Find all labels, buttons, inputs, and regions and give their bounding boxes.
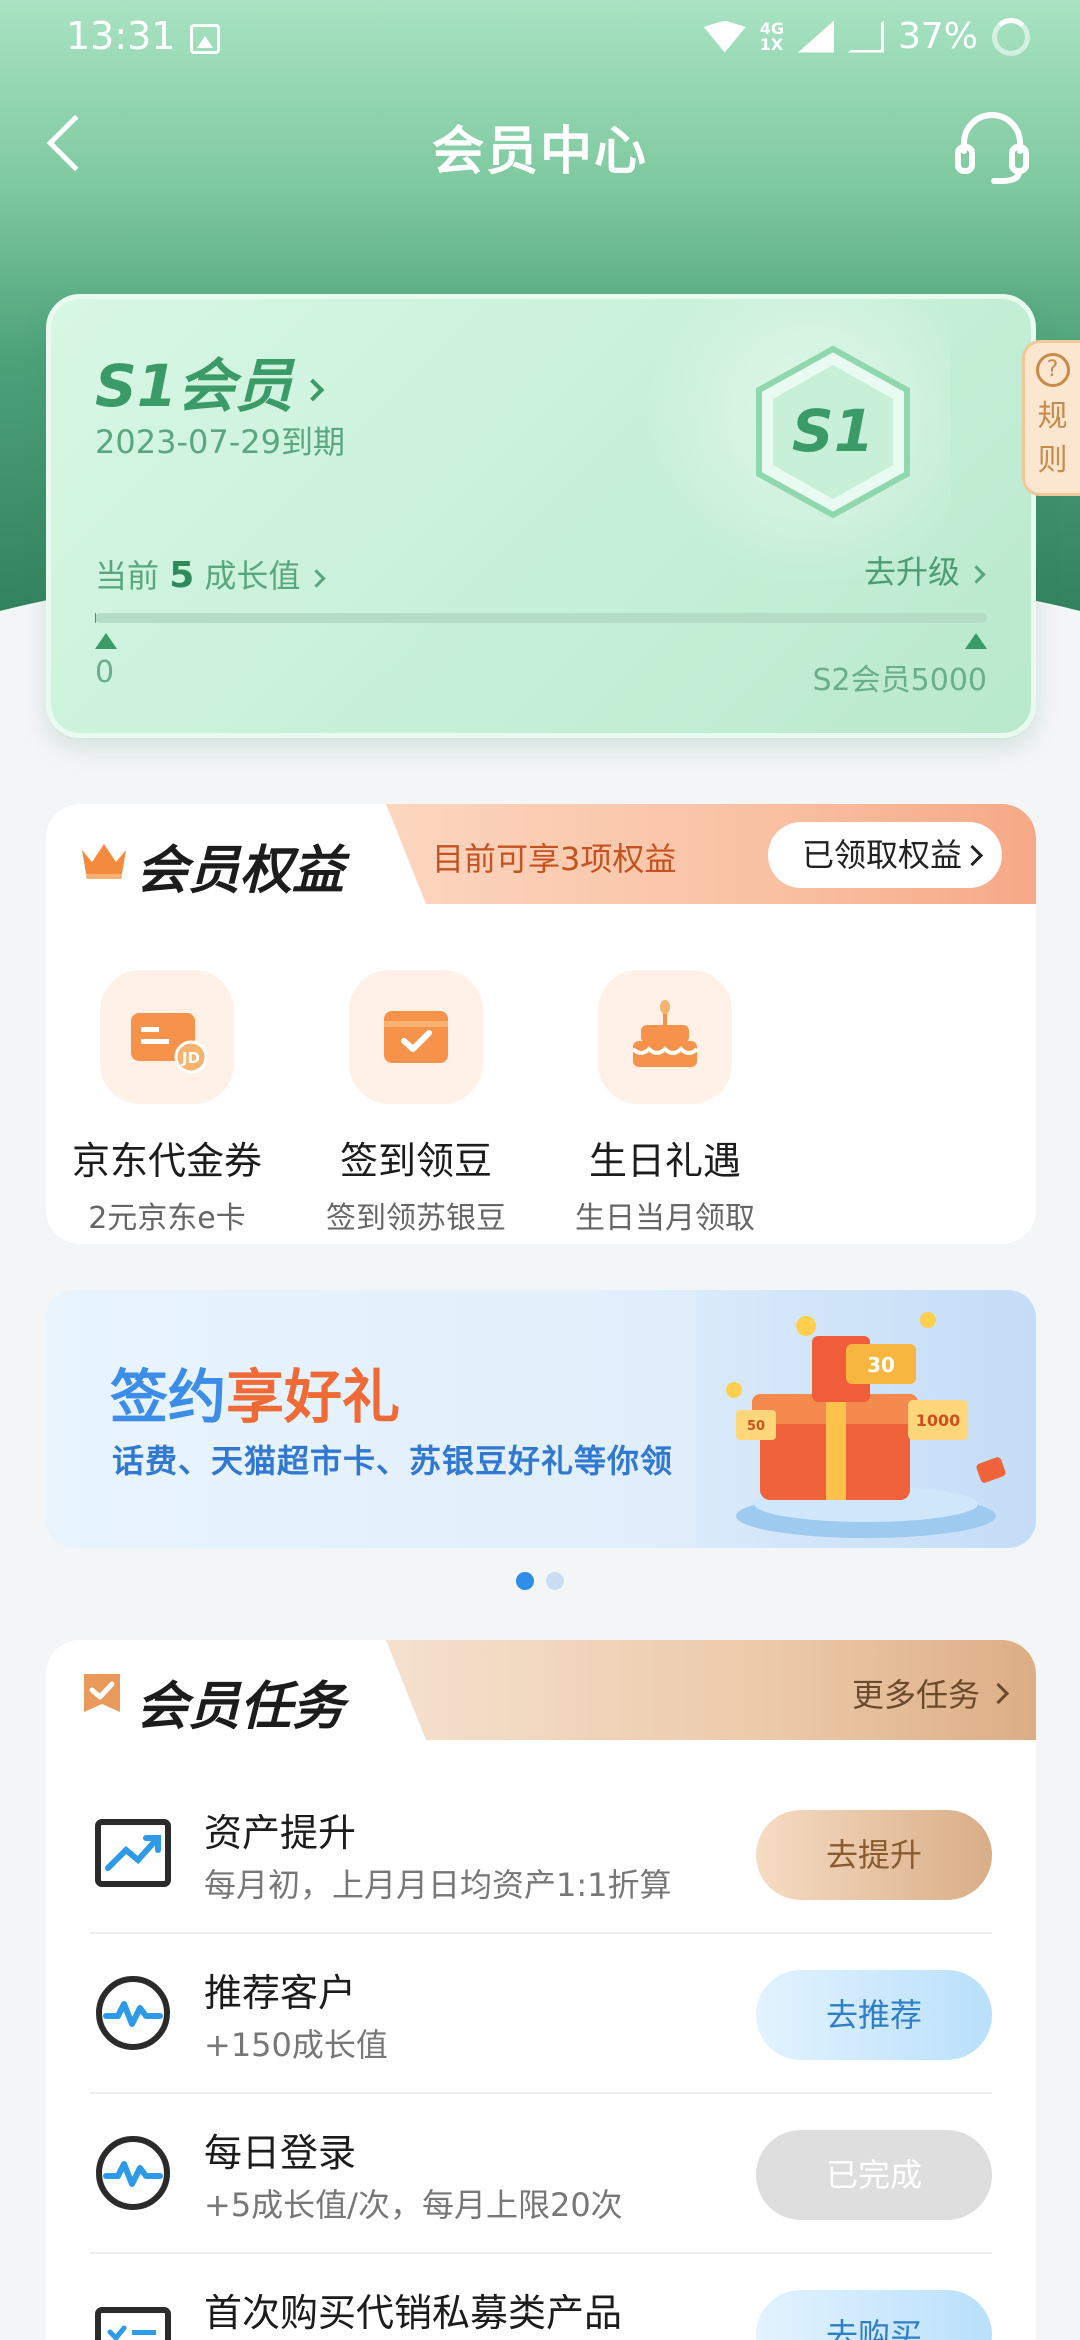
progress-start-label: 0: [95, 655, 115, 690]
wifi-icon: [703, 20, 746, 53]
growth-progress-bar: [95, 613, 987, 623]
pulse-circle-icon: [90, 1970, 176, 2056]
benefit-desc: 签到领苏银豆: [326, 1201, 506, 1236]
badge-text: S1: [792, 397, 874, 465]
purchase-button[interactable]: 去购买: [756, 2290, 992, 2340]
signal-icon: [797, 20, 834, 53]
rules-tab[interactable]: ? 规 则: [1022, 340, 1080, 496]
chart-trend-icon: [90, 1810, 176, 1896]
art-label-30: 30: [867, 1353, 895, 1377]
art-label-50: 50: [747, 1419, 765, 1434]
pagination-dot-active[interactable]: [516, 1572, 534, 1590]
banner-subtitle: 话费、天猫超市卡、苏银豆好礼等你领: [112, 1442, 674, 1480]
rules-label-2: 则: [1037, 443, 1068, 478]
benefit-name: 生日礼遇: [588, 1139, 741, 1183]
top-nav: 会员中心: [0, 95, 1080, 195]
battery-icon: [992, 17, 1030, 56]
level-badge: S1: [753, 345, 913, 519]
pulse-circle-icon: [90, 2130, 176, 2216]
status-right: 4G 1X 37%: [703, 16, 1030, 57]
claimed-benefits-button[interactable]: 已领取权益: [767, 822, 1002, 888]
member-level[interactable]: S1会员: [95, 339, 325, 423]
task-title: 每日登录: [204, 2131, 357, 2175]
benefit-item-birthday[interactable]: 生日礼遇 生日当月领取: [540, 970, 790, 1237]
task-row: 首次购买代销私募类产品 去购买: [90, 2254, 992, 2340]
benefits-count: 目前可享3项权益: [432, 840, 677, 878]
pagination-dot[interactable]: [546, 1572, 564, 1590]
member-card: S1会员 2023-07-29到期 S1 当前 5 成长值 去升级 0 S2会员…: [46, 294, 1036, 738]
banner-pagination: [0, 1572, 1080, 1594]
task-desc: +150成长值: [204, 2026, 388, 2064]
jd-voucher-icon: JD: [100, 970, 234, 1104]
upgrade-link[interactable]: 去升级: [863, 547, 986, 593]
growth-value-link[interactable]: 当前 5 成长值: [95, 551, 327, 597]
page-title: 会员中心: [431, 122, 648, 182]
status-time: 13:31: [66, 14, 176, 58]
task-checkbox-icon: [80, 1670, 124, 1716]
progress-end-marker: [965, 633, 987, 649]
question-icon: ?: [1035, 353, 1070, 387]
task-title: 推荐客户: [204, 1971, 357, 2015]
promo-banner[interactable]: 签约享好礼 话费、天猫超市卡、苏银豆好礼等你领 30 50 1000: [46, 1290, 1036, 1548]
benefits-title: 会员权益: [136, 841, 345, 901]
task-row: 推荐客户 +150成长值 去推荐: [90, 1934, 992, 2094]
task-title: 首次购买代销私募类产品: [204, 2291, 623, 2335]
banner-title: 签约享好礼: [110, 1350, 400, 1434]
chevron-right-icon: [301, 378, 325, 402]
network-tag: 4G 1X: [759, 20, 784, 54]
svg-text:JD: JD: [181, 1049, 200, 1067]
recommend-button[interactable]: 去推荐: [756, 1970, 992, 2060]
benefits-header: 会员权益 目前可享3项权益 已领取权益: [46, 804, 1036, 922]
image-notification-icon: [190, 24, 220, 54]
chevron-right-icon: [307, 568, 327, 588]
task-title: 资产提升: [204, 1811, 357, 1855]
benefit-item-jd-voucher[interactable]: JD 京东代金券 2元京东e卡: [46, 970, 292, 1237]
benefit-name: 签到领豆: [339, 1139, 492, 1183]
benefits-section: 会员权益 目前可享3项权益 已领取权益 JD 京东代金券 2元京东e卡 签到领豆…: [46, 804, 1036, 1244]
crown-icon: [80, 840, 128, 880]
completed-button[interactable]: 已完成: [756, 2130, 992, 2220]
upgrade-label: 去升级: [863, 553, 960, 591]
benefit-desc: 2元京东e卡: [88, 1201, 246, 1236]
gift-box-illustration: 30 50 1000: [696, 1290, 1036, 1548]
expire-date: 2023-07-29到期: [95, 423, 345, 461]
growth-progress-fill: [95, 613, 96, 623]
task-desc: +5成长值/次，每月上限20次: [204, 2186, 623, 2224]
banner-title-part2: 享好礼: [226, 1363, 401, 1431]
status-bar: 13:31 4G 1X 37%: [0, 0, 1080, 80]
chevron-right-icon: [967, 564, 986, 584]
benefit-name: 京东代金券: [71, 1139, 262, 1183]
progress-start-marker: [95, 633, 117, 649]
birthday-cake-icon: [598, 970, 732, 1104]
headset-icon[interactable]: [952, 105, 1032, 187]
benefit-desc: 生日当月领取: [575, 1201, 755, 1236]
growth-prefix: 当前: [95, 557, 160, 595]
tasks-section: 会员任务 更多任务 资产提升 每月初，上月月日均资产1:1折算 去提升 推荐客户…: [46, 1640, 1036, 2340]
growth-value: 5: [169, 555, 195, 596]
no-signal-icon: [847, 20, 884, 53]
art-label-1000: 1000: [916, 1411, 961, 1430]
task-row: 资产提升 每月初，上月月日均资产1:1折算 去提升: [90, 1774, 992, 1934]
battery-percent: 37%: [897, 16, 978, 57]
network-label-bottom: 1X: [759, 34, 784, 54]
task-row: 每日登录 +5成长值/次，每月上限20次 已完成: [90, 2094, 992, 2254]
growth-suffix: 成长值: [204, 557, 301, 595]
improve-assets-button[interactable]: 去提升: [756, 1810, 992, 1900]
more-tasks-link[interactable]: 更多任务: [852, 1670, 980, 1716]
banner-title-part1: 签约: [110, 1363, 227, 1431]
checklist-icon: [90, 2290, 176, 2340]
tasks-title: 会员任务: [136, 1677, 345, 1737]
progress-end-label: S2会员5000: [812, 663, 987, 698]
rules-label-1: 规: [1037, 399, 1068, 434]
benefit-item-check-in[interactable]: 签到领豆 签到领苏银豆: [291, 970, 541, 1237]
member-level-label: S1会员: [95, 352, 294, 420]
task-desc: 每月初，上月月日均资产1:1折算: [204, 1866, 672, 1904]
check-in-card-icon: [349, 970, 483, 1104]
